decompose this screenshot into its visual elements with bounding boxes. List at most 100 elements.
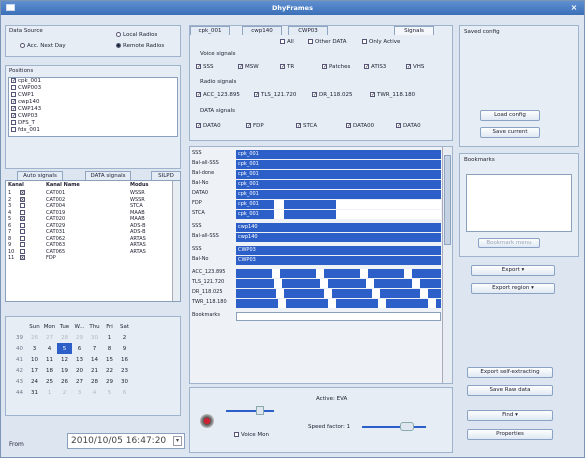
- signal-option-checkbox[interactable]: ✓ FDP: [246, 123, 264, 129]
- calendar-day[interactable]: 20: [72, 365, 87, 376]
- timeline-track[interactable]: [236, 299, 441, 308]
- calendar-day[interactable]: 12: [57, 354, 72, 365]
- kanal-enable-checkbox[interactable]: [20, 242, 25, 247]
- calendar-day[interactable]: 28: [87, 376, 102, 387]
- signal-option-checkbox[interactable]: ✓ TR: [280, 64, 294, 70]
- calendar-day[interactable]: 14: [87, 354, 102, 365]
- calendar-day[interactable]: 29: [102, 376, 117, 387]
- calendar-day[interactable]: 4: [87, 387, 102, 398]
- signal-option-checkbox[interactable]: ✓ SSS: [196, 64, 213, 70]
- other-data-checkbox[interactable]: Other DATA: [308, 39, 347, 45]
- voice-mon-checkbox[interactable]: Voice Mon: [234, 432, 269, 438]
- calendar-day[interactable]: 30: [87, 332, 102, 343]
- calendar-day[interactable]: 5: [102, 387, 117, 398]
- export-region-button[interactable]: Export region ▾: [471, 283, 555, 294]
- position-item[interactable]: CWP003: [9, 85, 177, 92]
- checkbox-icon[interactable]: [11, 92, 16, 97]
- signal-option-checkbox[interactable]: ✓ VHS: [406, 64, 424, 70]
- timeline-track[interactable]: [236, 279, 441, 288]
- kanal-enable-checkbox[interactable]: x: [20, 255, 25, 261]
- kanal-enable-checkbox[interactable]: x: [20, 216, 25, 222]
- calendar-day[interactable]: 2: [57, 387, 72, 398]
- timeline-track[interactable]: cpk_001: [236, 150, 441, 159]
- kanal-enable-checkbox[interactable]: [20, 248, 25, 254]
- kanal-enable-checkbox[interactable]: [20, 229, 25, 234]
- calendar-day[interactable]: 24: [27, 376, 42, 387]
- kanal-enable-checkbox[interactable]: [20, 209, 25, 215]
- calendar-day[interactable]: 10: [27, 354, 42, 365]
- volume-slider[interactable]: [226, 410, 274, 412]
- kanal-header-cell[interactable]: Modus: [130, 182, 149, 189]
- load-config-button[interactable]: Load config: [480, 110, 540, 121]
- tab-silpd[interactable]: SILPD: [151, 171, 181, 180]
- calendar-day[interactable]: 13: [72, 354, 87, 365]
- calendar-day[interactable]: 11: [42, 354, 57, 365]
- kanal-enable-checkbox[interactable]: x: [20, 190, 25, 196]
- signal-option-checkbox[interactable]: ✓ Patches: [322, 64, 350, 70]
- checkbox-icon[interactable]: ✓: [11, 99, 16, 105]
- timeline-track[interactable]: cpk_001: [236, 190, 441, 199]
- tab-auto-signals[interactable]: Auto signals: [17, 171, 63, 180]
- kanal-enable-checkbox[interactable]: [20, 235, 25, 241]
- signal-option-checkbox[interactable]: ✓ ACC_123.895: [196, 92, 240, 98]
- calendar-dropdown-icon[interactable]: ▾: [173, 436, 182, 446]
- checkbox-icon[interactable]: [11, 127, 16, 132]
- bookmarks-list[interactable]: [466, 174, 572, 232]
- save-current-button[interactable]: Save current: [480, 127, 540, 138]
- timeline-track[interactable]: cwp140: [236, 223, 441, 232]
- calendar-day[interactable]: 1: [42, 387, 57, 398]
- signal-option-checkbox[interactable]: ✓ DATA0: [396, 123, 421, 129]
- timeline-scrollbar[interactable]: [442, 147, 452, 383]
- calendar-day[interactable]: 16: [117, 354, 132, 365]
- calendar-day[interactable]: 5: [57, 343, 72, 354]
- volume-slider-thumb[interactable]: [256, 406, 264, 415]
- all-checkbox[interactable]: All: [280, 39, 294, 45]
- calendar-day[interactable]: 26: [27, 332, 42, 343]
- checkbox-icon[interactable]: [11, 85, 16, 90]
- tab-signals[interactable]: Signals: [394, 26, 434, 35]
- calendar-day[interactable]: 4: [42, 343, 57, 354]
- calendar-day[interactable]: 6: [117, 387, 132, 398]
- timeline-track[interactable]: [236, 289, 441, 298]
- calendar-day[interactable]: 28: [57, 332, 72, 343]
- signal-option-checkbox[interactable]: ✓ TWR_118.180: [370, 92, 415, 98]
- calendar-day[interactable]: 27: [72, 376, 87, 387]
- calendar-day[interactable]: 1: [102, 332, 117, 343]
- timeline-track[interactable]: cpk_001: [236, 200, 441, 209]
- calendar-day[interactable]: 17: [27, 365, 42, 376]
- kanal-header-cell[interactable]: Kanal: [8, 182, 24, 189]
- calendar-day[interactable]: 30: [117, 376, 132, 387]
- positions-list[interactable]: ✓ cpk_001 CWP003 CWP1 ✓ cwp140 ✓ CWP143 ✓ CWP03 DF…: [8, 77, 178, 137]
- calendar-day[interactable]: 15: [102, 354, 117, 365]
- kanal-header-cell[interactable]: Kanal Name: [46, 182, 80, 189]
- checkbox-icon[interactable]: ✓: [11, 113, 16, 119]
- position-item[interactable]: DFS_T: [9, 120, 177, 127]
- signal-option-checkbox[interactable]: ✓ STCA: [296, 123, 317, 129]
- calendar-day[interactable]: 8: [102, 343, 117, 354]
- speed-slider[interactable]: [362, 426, 426, 428]
- timeline-track[interactable]: CWP03: [236, 256, 441, 265]
- checkbox-icon[interactable]: ✓: [11, 106, 16, 112]
- calendar-day[interactable]: 7: [87, 343, 102, 354]
- tab-cwp140[interactable]: cwp140: [242, 26, 282, 35]
- calendar-day[interactable]: 25: [42, 376, 57, 387]
- timeline-track[interactable]: cpk_001: [236, 180, 441, 189]
- calendar-day[interactable]: 9: [117, 343, 132, 354]
- calendar-day[interactable]: 23: [117, 365, 132, 376]
- signal-option-checkbox[interactable]: ✓ TLS_121.720: [254, 92, 296, 98]
- signal-option-checkbox[interactable]: ✓ MSW: [238, 64, 259, 70]
- calendar-day[interactable]: 27: [42, 332, 57, 343]
- timeline-track[interactable]: [236, 312, 441, 321]
- position-item[interactable]: ✓ cpk_001: [9, 78, 177, 85]
- properties-button[interactable]: Properties: [467, 429, 553, 440]
- timeline-track[interactable]: cpk_001: [236, 210, 441, 219]
- calendar-day[interactable]: 2: [117, 332, 132, 343]
- calendar-day[interactable]: 18: [42, 365, 57, 376]
- find-button[interactable]: Find ▾: [467, 410, 553, 421]
- kanal-enable-checkbox[interactable]: x: [20, 196, 25, 202]
- calendar-day[interactable]: 3: [27, 343, 42, 354]
- timeline-track[interactable]: CWP03: [236, 246, 441, 255]
- record-button[interactable]: [200, 414, 214, 428]
- checkbox-icon[interactable]: ✓: [11, 78, 16, 84]
- signal-timeline[interactable]: SSS cpk_001 Bal-all-SSS cpk_001 Bal-done cpk_…: [189, 146, 453, 384]
